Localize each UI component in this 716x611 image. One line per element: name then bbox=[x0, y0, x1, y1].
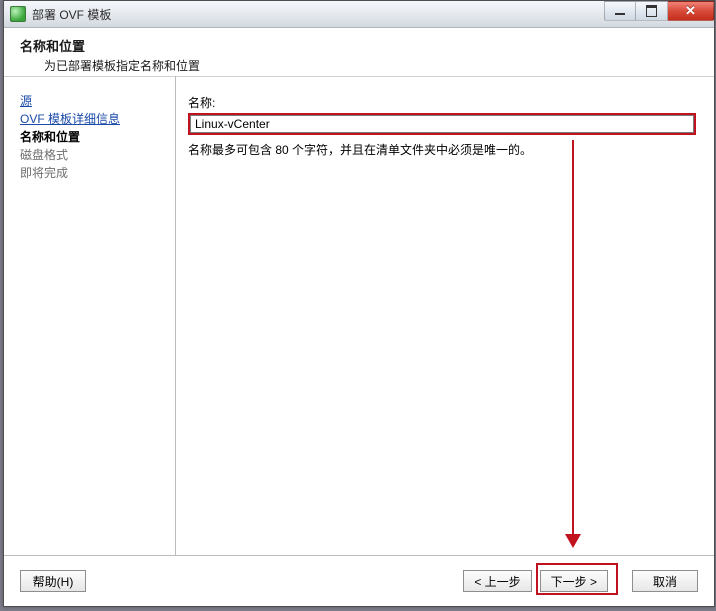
app-icon bbox=[10, 6, 26, 22]
step-subtitle: 为已部署模板指定名称和位置 bbox=[20, 55, 698, 74]
nav-step-ready: 即将完成 bbox=[20, 164, 167, 182]
help-button[interactable]: 帮助(H) bbox=[20, 570, 86, 592]
annotation-arrow-line bbox=[572, 140, 574, 534]
wizard-nav: 源 OVF 模板详细信息 名称和位置 磁盘格式 即将完成 bbox=[4, 76, 176, 556]
dialog-window: 部署 OVF 模板 ✕ 名称和位置 为已部署模板指定名称和位置 源 bbox=[3, 0, 715, 607]
back-button[interactable]: < 上一步 bbox=[463, 570, 531, 592]
wizard-body: 源 OVF 模板详细信息 名称和位置 磁盘格式 即将完成 名称: 名称最多可包含… bbox=[4, 76, 714, 556]
nav-step-source[interactable]: 源 bbox=[20, 92, 167, 110]
next-button[interactable]: 下一步 > bbox=[540, 570, 608, 592]
cancel-button[interactable]: 取消 bbox=[632, 570, 698, 592]
close-icon: ✕ bbox=[685, 3, 696, 19]
name-input-highlight bbox=[188, 113, 696, 135]
name-field-hint: 名称最多可包含 80 个字符，并且在清单文件夹中必须是唯一的。 bbox=[188, 141, 696, 158]
nav-step-name-location: 名称和位置 bbox=[20, 128, 167, 146]
titlebar[interactable]: 部署 OVF 模板 ✕ bbox=[4, 1, 714, 28]
window-controls: ✕ bbox=[604, 1, 714, 21]
minimize-button[interactable] bbox=[604, 1, 636, 21]
name-field-label: 名称: bbox=[188, 94, 696, 111]
annotation-arrow-head-icon bbox=[565, 534, 581, 548]
minimize-icon bbox=[615, 13, 625, 15]
step-title: 名称和位置 bbox=[20, 36, 698, 55]
maximize-icon bbox=[646, 5, 657, 17]
stage: 部署 OVF 模板 ✕ 名称和位置 为已部署模板指定名称和位置 源 bbox=[0, 0, 716, 611]
name-input[interactable] bbox=[190, 115, 694, 133]
nav-step-ovf-details[interactable]: OVF 模板详细信息 bbox=[20, 110, 167, 128]
wizard-footer: 帮助(H) < 上一步 下一步 > 取消 bbox=[4, 555, 714, 606]
nav-step-disk-format: 磁盘格式 bbox=[20, 146, 167, 164]
window-title: 部署 OVF 模板 bbox=[32, 6, 111, 23]
wizard-content: 名称: 名称最多可包含 80 个字符，并且在清单文件夹中必须是唯一的。 bbox=[176, 76, 714, 556]
close-button[interactable]: ✕ bbox=[668, 1, 714, 21]
maximize-button[interactable] bbox=[636, 1, 668, 21]
